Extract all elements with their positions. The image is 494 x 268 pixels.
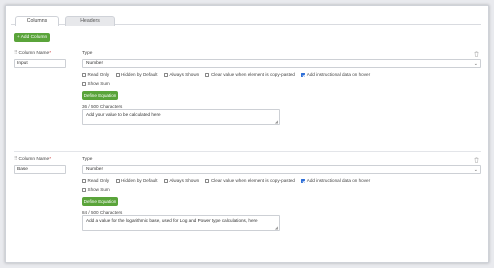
option-hidden-by-default[interactable]: Hidden by Default: [115, 178, 158, 183]
column-name-label: ⠿Column Name*: [14, 51, 52, 56]
option-read-only[interactable]: Read Only: [82, 72, 109, 77]
checkbox[interactable]: [82, 81, 86, 86]
checkbox[interactable]: [115, 178, 120, 183]
resize-grip-icon[interactable]: ◢: [275, 225, 278, 230]
option-hidden-by-default[interactable]: Hidden by Default: [115, 72, 158, 77]
divider: [14, 151, 481, 152]
option-instructional-hover[interactable]: Add instructional data on hover: [301, 178, 370, 183]
checkbox[interactable]: [301, 72, 306, 77]
options-row: Read Only Hidden by Default Always Shown…: [82, 178, 375, 183]
define-equation-button[interactable]: Define Equation: [82, 91, 118, 100]
checkbox[interactable]: [82, 72, 86, 77]
option-always-shown[interactable]: Always Shown: [163, 178, 199, 183]
add-column-button[interactable]: + Add Column: [14, 33, 50, 42]
trash-icon[interactable]: [474, 51, 479, 57]
drag-handle-icon[interactable]: ⠿: [14, 51, 18, 56]
description-textarea[interactable]: Add a value for the logarithmic base, us…: [82, 215, 280, 231]
chevron-down-icon: ⌄: [473, 61, 478, 67]
define-equation-button[interactable]: Define Equation: [82, 197, 118, 206]
drag-handle-icon[interactable]: ⠿: [14, 157, 18, 162]
column-name-input[interactable]: Base: [14, 165, 66, 174]
option-clear-on-copy[interactable]: Clear value when element is copy-pasted: [205, 178, 295, 183]
option-read-only[interactable]: Read Only: [82, 178, 109, 183]
option-show-sum[interactable]: Show Sum: [82, 81, 110, 86]
tab-columns[interactable]: Columns: [15, 16, 59, 26]
type-label: Type: [82, 51, 93, 56]
description-textarea[interactable]: Add your value to be calculated here ◢: [82, 109, 280, 125]
checkbox[interactable]: [115, 72, 120, 77]
type-label: Type: [82, 157, 93, 162]
checkbox[interactable]: [301, 178, 306, 183]
trash-icon[interactable]: [474, 157, 479, 163]
options-row: Read Only Hidden by Default Always Shown…: [82, 72, 375, 77]
type-select[interactable]: Number ⌄: [82, 165, 481, 174]
tab-bar: Columns Headers: [11, 13, 481, 26]
checkbox[interactable]: [163, 72, 168, 77]
checkbox[interactable]: [163, 178, 168, 183]
resize-grip-icon[interactable]: ◢: [275, 119, 278, 124]
checkbox[interactable]: [205, 178, 210, 183]
checkbox[interactable]: [82, 178, 86, 183]
type-select[interactable]: Number ⌄: [82, 59, 481, 68]
column-name-label: ⠿Column Name*: [14, 157, 52, 162]
option-show-sum[interactable]: Show Sum: [82, 187, 110, 192]
option-clear-on-copy[interactable]: Clear value when element is copy-pasted: [205, 72, 295, 77]
column-name-input[interactable]: Input: [14, 59, 66, 68]
chevron-down-icon: ⌄: [473, 167, 478, 173]
checkbox[interactable]: [82, 187, 86, 192]
checkbox[interactable]: [205, 72, 210, 77]
tab-headers[interactable]: Headers: [65, 16, 115, 26]
option-always-shown[interactable]: Always Shown: [163, 72, 199, 77]
option-instructional-hover[interactable]: Add instructional data on hover: [301, 72, 370, 77]
editor-frame: Columns Headers + Add Column ⠿Column Nam…: [5, 5, 489, 263]
